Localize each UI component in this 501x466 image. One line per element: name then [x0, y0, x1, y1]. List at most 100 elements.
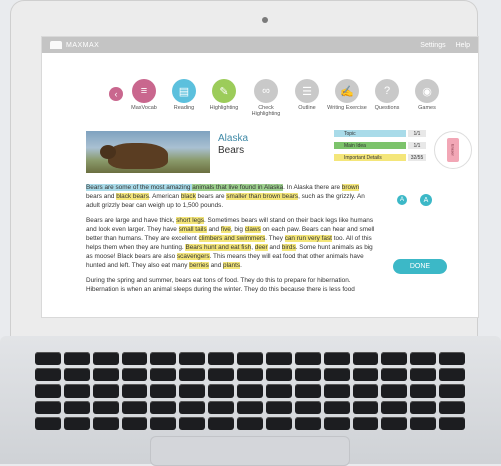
highlighted-text[interactable]: black bears [116, 193, 149, 200]
keyboard-key [63, 416, 90, 430]
keyboard-key [92, 368, 119, 382]
keyboard-key [179, 352, 206, 366]
highlighted-text[interactable]: black [180, 193, 196, 200]
passage-paragraph[interactable]: Bears are some of the most amazing anima… [86, 183, 376, 210]
passage-text-segment[interactable]: , big [231, 226, 245, 233]
highlighted-text[interactable]: Bears are some of the most amazing [86, 184, 193, 191]
text-size-small-button[interactable]: A [397, 195, 407, 205]
highlighted-text[interactable]: short legs [176, 217, 204, 224]
check-glasses-icon: ∞ [254, 79, 278, 103]
keyboard-key [410, 368, 437, 382]
tracker-count: 1/1 [408, 130, 426, 137]
keyboard-key [237, 368, 263, 382]
back-button[interactable]: ‹ [109, 87, 123, 101]
tool-games[interactable]: ◉ Games [405, 79, 449, 111]
keyboard-key [323, 416, 350, 430]
keyboard-key [410, 352, 437, 366]
brand-name: MAXMAX [66, 41, 100, 49]
highlighted-text[interactable]: birds [281, 244, 296, 251]
tool-check-highlighting[interactable]: ∞ Check Highlighting [244, 79, 288, 117]
passage-paragraph[interactable]: During the spring and summer, bears eat … [86, 276, 376, 294]
highlighted-text[interactable]: claws [244, 226, 261, 233]
touchpad [150, 436, 350, 466]
highlighted-text[interactable]: brown [341, 184, 360, 191]
tool-highlighting[interactable]: ✎ Highlighting [202, 79, 246, 111]
passage-text-segment[interactable]: . American [149, 193, 181, 200]
highlighted-text[interactable]: five [220, 226, 231, 233]
keyboard-key [439, 384, 465, 398]
keyboard-key [323, 352, 350, 366]
question-icon: ? [375, 79, 399, 103]
tracker-row[interactable]: Important Details 32/55 [334, 153, 426, 162]
passage-text-segment[interactable]: During the spring and summer, bears eat … [86, 277, 355, 293]
passage-text-segment[interactable]: . They [265, 235, 284, 242]
highlighted-text[interactable]: Bears hunt and eat fish [185, 244, 252, 251]
gamepad-icon: ◉ [415, 79, 439, 103]
passage-text-segment[interactable]: bears are [196, 193, 227, 200]
highlighted-text[interactable]: scavengers [176, 253, 210, 260]
highlighted-text[interactable]: can run very fast [284, 235, 332, 242]
keyboard-key [410, 384, 437, 398]
keyboard-key [294, 416, 321, 430]
passage-title-line1: Alaska [218, 133, 249, 144]
passage-paragraph[interactable]: Bears are large and have thick, short le… [86, 216, 376, 270]
highlighted-text[interactable]: small tails [178, 226, 207, 233]
keyboard-key [150, 416, 177, 430]
highlighted-text[interactable]: climbers and swimmers [198, 235, 266, 242]
done-button[interactable]: DONE [393, 259, 447, 274]
tracker-row[interactable]: Main Idea 1/1 [334, 141, 426, 150]
keyboard-key [439, 352, 465, 366]
passage-text-segment[interactable]: and [209, 262, 223, 269]
laptop-bezel: MAXMAX Settings Help ‹ ≡ MaxVocab ▤ Reading… [10, 0, 479, 340]
keyboard-key [265, 368, 292, 382]
keyboard-key [294, 400, 321, 414]
settings-link[interactable]: Settings [420, 42, 445, 49]
highlighted-text[interactable]: plants [223, 262, 241, 269]
tool-outline[interactable]: ☰ Outline [285, 79, 329, 111]
tracker-row[interactable]: Topic 1/1 [334, 129, 426, 138]
keyboard-key [63, 400, 90, 414]
book-icon: ▤ [172, 79, 196, 103]
keyboard-key [150, 384, 177, 398]
highlighted-text[interactable]: smaller than brown bears [226, 193, 299, 200]
bear-head-image [100, 145, 116, 159]
eraser-button[interactable]: Eraser [434, 131, 472, 169]
camera [262, 17, 268, 23]
tracker-label: Important Details [334, 154, 406, 161]
passage-text-segment[interactable]: and [207, 226, 221, 233]
keyboard-key [150, 352, 177, 366]
bear-image [108, 143, 168, 169]
tool-questions[interactable]: ? Questions [365, 79, 409, 111]
app-screen: MAXMAX Settings Help ‹ ≡ MaxVocab ▤ Reading… [41, 36, 479, 318]
highlighted-text[interactable]: animals that live found in Alaska [192, 184, 284, 191]
keyboard-key [439, 416, 465, 430]
tool-writing-exercise[interactable]: ✍ Writing Exercise [325, 79, 369, 111]
logo-icon [50, 41, 62, 49]
keyboard-key [237, 400, 263, 414]
app-logo[interactable]: MAXMAX [50, 41, 99, 49]
tool-label: Check Highlighting [251, 105, 281, 117]
keyboard-key [439, 368, 465, 382]
keyboard-key [381, 352, 408, 366]
tool-reading[interactable]: ▤ Reading [162, 79, 206, 111]
passage-text-segment[interactable]: and [268, 244, 282, 251]
passage-text-segment[interactable]: bears and [86, 193, 116, 200]
passage-text-segment[interactable]: . [240, 262, 242, 269]
tool-maxvocab[interactable]: ≡ MaxVocab [122, 79, 166, 111]
keyboard-key [63, 352, 90, 366]
keyboard-key [121, 400, 148, 414]
tool-label: Questions [374, 105, 400, 111]
keyboard-key [265, 400, 292, 414]
highlighted-text[interactable]: berries [189, 262, 209, 269]
passage-title-line2: Bears [218, 145, 245, 156]
tool-label: Games [418, 105, 436, 111]
passage-text-segment[interactable]: Bears are large and have thick, [86, 217, 176, 224]
keyboard-key [323, 384, 350, 398]
keyboard-key [352, 400, 379, 414]
text-size-large-button[interactable]: A [420, 194, 432, 206]
tracker-count: 1/1 [408, 142, 426, 149]
help-link[interactable]: Help [456, 42, 470, 49]
passage-text-segment[interactable]: . In Alaska there are [283, 184, 342, 191]
keyboard-key [150, 368, 177, 382]
highlighted-text[interactable]: deer [254, 244, 268, 251]
